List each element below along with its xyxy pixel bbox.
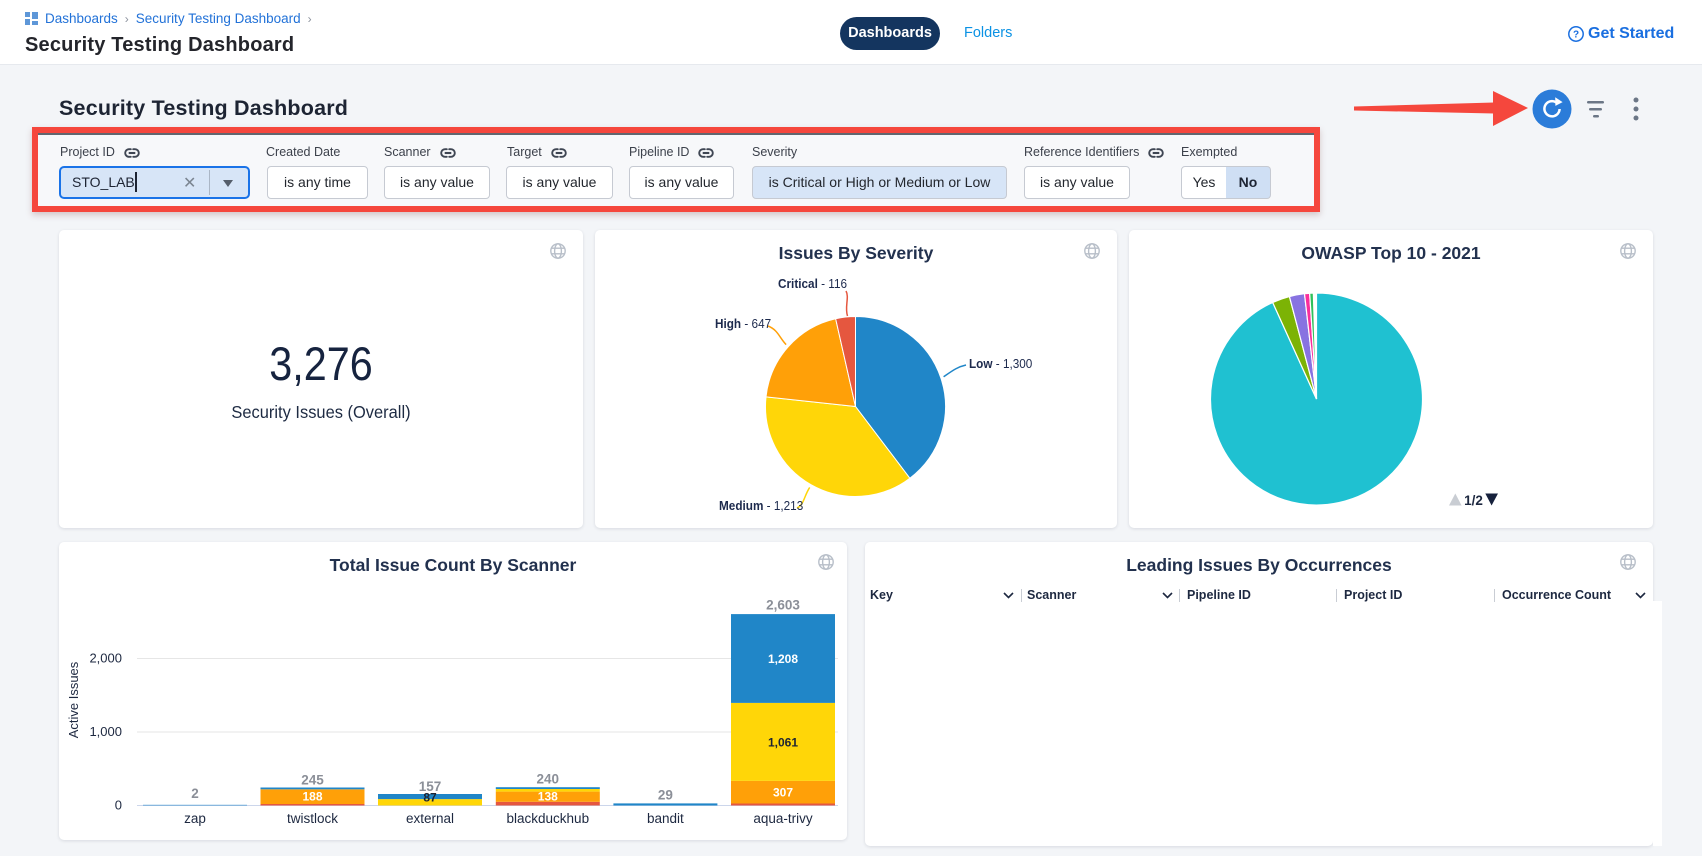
svg-text:external: external bbox=[406, 811, 454, 826]
svg-text:1,061: 1,061 bbox=[768, 736, 798, 750]
svg-text:307: 307 bbox=[773, 786, 793, 800]
svg-text:blackduckhub: blackduckhub bbox=[507, 811, 590, 826]
svg-text:2,603: 2,603 bbox=[766, 598, 800, 613]
svg-text:1,208: 1,208 bbox=[768, 652, 798, 666]
svg-text:aqua-trivy: aqua-trivy bbox=[753, 811, 813, 826]
svg-text:240: 240 bbox=[537, 772, 560, 787]
svg-text:Active Issues: Active Issues bbox=[66, 661, 81, 738]
svg-text:245: 245 bbox=[301, 773, 324, 788]
svg-text:bandit: bandit bbox=[647, 811, 684, 826]
svg-text:157: 157 bbox=[419, 779, 442, 794]
svg-text:0: 0 bbox=[115, 798, 122, 813]
svg-text:twistlock: twistlock bbox=[287, 811, 338, 826]
svg-text:29: 29 bbox=[658, 788, 673, 803]
svg-text:188: 188 bbox=[302, 790, 322, 804]
svg-text:1/2: 1/2 bbox=[1464, 493, 1483, 507]
svg-text:?: ? bbox=[1573, 30, 1579, 41]
svg-text:2: 2 bbox=[191, 786, 199, 801]
svg-text:138: 138 bbox=[538, 790, 558, 804]
svg-text:2,000: 2,000 bbox=[89, 651, 122, 666]
svg-text:1,000: 1,000 bbox=[89, 724, 122, 739]
svg-text:zap: zap bbox=[184, 811, 206, 826]
